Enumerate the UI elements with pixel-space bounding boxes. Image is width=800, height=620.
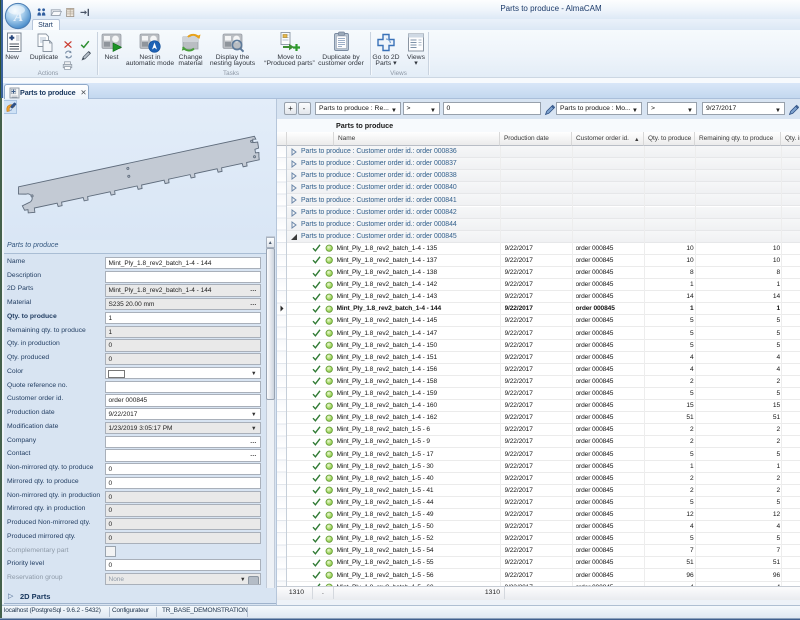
svg-text:A: A [13, 10, 23, 25]
